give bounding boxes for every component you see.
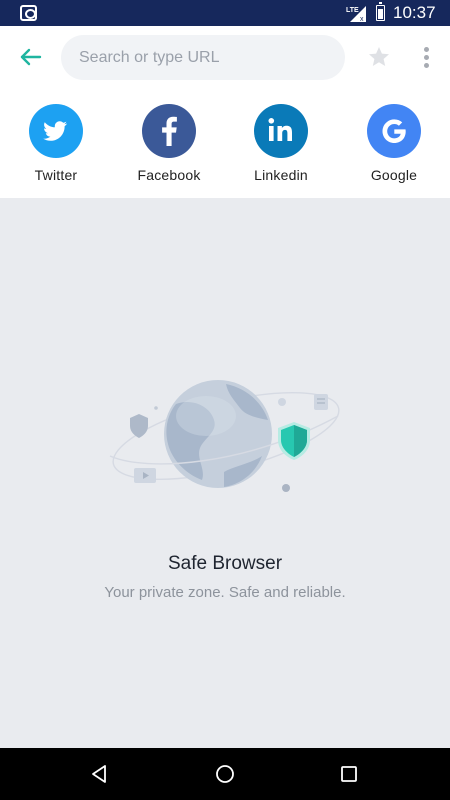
main-content: Safe Browser Your private zone. Safe and… bbox=[0, 198, 450, 748]
star-icon[interactable] bbox=[367, 45, 391, 69]
network-type-label: LTE bbox=[346, 7, 359, 14]
shortcut-google[interactable]: Google bbox=[349, 104, 439, 190]
page-title: Safe Browser bbox=[167, 553, 283, 574]
shortcut-label: Linkedin bbox=[254, 167, 308, 183]
svg-text:x: x bbox=[360, 16, 364, 22]
battery-icon bbox=[376, 2, 385, 21]
shortcut-linkedin[interactable]: Linkedin bbox=[236, 104, 326, 190]
app-notification-icon bbox=[20, 5, 37, 21]
back-triangle-icon[interactable] bbox=[89, 763, 111, 785]
browser-toolbar bbox=[0, 26, 450, 90]
shortcut-label: Facebook bbox=[137, 167, 201, 183]
status-bar: LTE x 10:37 bbox=[0, 0, 450, 26]
shortcut-label: Google bbox=[370, 167, 418, 183]
search-input[interactable] bbox=[61, 35, 345, 80]
google-icon bbox=[367, 104, 421, 158]
twitter-icon bbox=[29, 104, 83, 158]
lte-signal-icon: LTE x bbox=[346, 6, 366, 22]
shortcut-facebook[interactable]: Facebook bbox=[124, 104, 214, 190]
home-circle-icon[interactable] bbox=[214, 763, 236, 785]
safe-globe-illustration bbox=[109, 380, 340, 492]
page-subtitle: Your private zone. Safe and reliable. bbox=[104, 584, 346, 601]
status-time: 10:37 bbox=[393, 3, 436, 22]
url-search-bar[interactable] bbox=[61, 35, 345, 80]
quick-access-shortcuts: Twitter Facebook Linkedin Google bbox=[0, 90, 450, 198]
back-arrow-icon[interactable] bbox=[14, 42, 48, 72]
facebook-icon bbox=[142, 104, 196, 158]
shortcut-label: Twitter bbox=[34, 167, 78, 183]
shortcut-twitter[interactable]: Twitter bbox=[11, 104, 101, 190]
more-vert-icon[interactable] bbox=[416, 44, 436, 70]
recents-square-icon[interactable] bbox=[338, 763, 360, 785]
system-nav-bar bbox=[0, 748, 450, 800]
linkedin-icon bbox=[254, 104, 308, 158]
